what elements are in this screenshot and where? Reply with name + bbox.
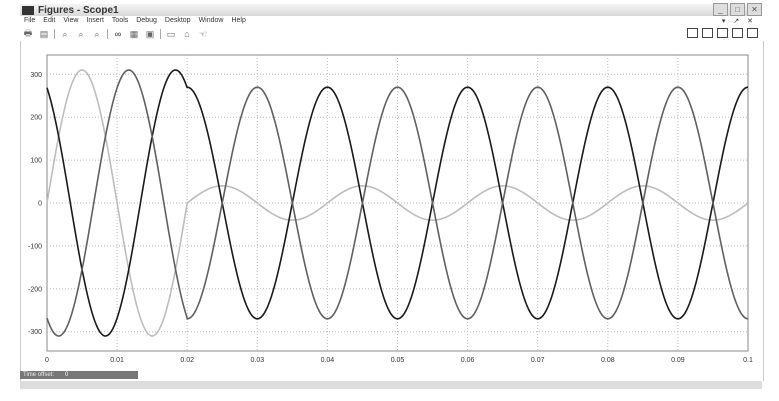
y-tick-label: -300 <box>28 329 42 336</box>
x-tick-label: 0.08 <box>601 357 615 364</box>
time-offset-bar: Time offset: 0 <box>20 371 138 379</box>
y-tick-label: -100 <box>28 243 42 250</box>
x-tick-label: 0 <box>45 357 49 364</box>
y-tick-label: -200 <box>28 286 42 293</box>
x-tick-label: 0.09 <box>671 357 685 364</box>
time-offset-value: 0 <box>65 372 69 378</box>
x-tick-label: 0.06 <box>461 357 475 364</box>
x-tick-label: 0.04 <box>321 357 335 364</box>
time-offset-label: Time offset: <box>23 372 55 378</box>
x-tick-label: 0.01 <box>110 357 124 364</box>
y-tick-label: 200 <box>30 115 42 122</box>
x-tick-label: 0.1 <box>743 357 753 364</box>
y-tick-label: 100 <box>30 158 42 165</box>
x-tick-label: 0.05 <box>391 357 405 364</box>
y-tick-label: 0 <box>38 201 42 208</box>
y-tick-label: 300 <box>30 72 42 79</box>
x-tick-label: 0.02 <box>180 357 194 364</box>
status-bar <box>20 381 762 389</box>
x-tick-label: 0.03 <box>250 357 264 364</box>
x-tick-label: 0.07 <box>531 357 545 364</box>
scope-plot: 0 0.01 0.02 0.03 0.04 0.05 0.06 0.07 0.08 0.09 0.1… <box>28 54 753 364</box>
